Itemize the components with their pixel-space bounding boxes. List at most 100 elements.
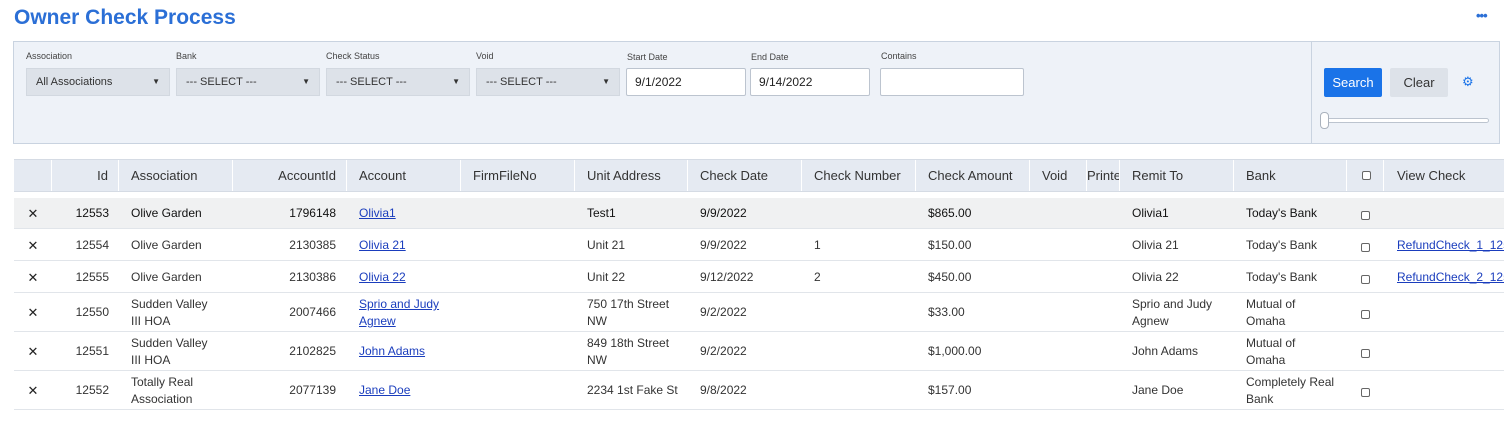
cell-account[interactable]: Jane Doe [359,382,459,399]
account-link[interactable]: Sprio and Judy [359,297,439,311]
cell-text: 9/2/2022 [700,305,747,319]
table-row[interactable]: ✕ 12550 Sudden Valley III HOA 2007466 Sprio a… [14,293,1504,332]
cell-unit-address: Unit 22 [587,269,687,286]
cell-remove: ✕ [14,205,52,223]
cell-remove: ✕ [14,382,52,400]
row-checkbox[interactable] [1361,388,1370,397]
account-link[interactable]: Olivia 22 [359,270,406,284]
column-header-id[interactable]: Id [52,160,119,191]
slider-track[interactable] [1323,118,1489,123]
search-button[interactable]: Search [1324,68,1382,97]
gear-icon[interactable]: ⚙ [1462,74,1474,90]
cell-text: 9/9/2022 [700,206,747,220]
cell-check-number: 1 [814,237,914,254]
cell-select [1347,208,1384,225]
cell-account[interactable]: Olivia1 [359,205,459,222]
cell-text: 1796148 [289,206,336,220]
cell-text: 2130385 [289,238,336,252]
cell-check-date: 9/8/2022 [700,382,800,399]
row-checkbox[interactable] [1361,243,1370,252]
cell-check-amount: $150.00 [928,237,1028,254]
account-link[interactable]: John Adams [359,344,425,358]
cell-text: 1 [814,238,821,252]
cell-text: 12553 [75,206,109,220]
table-row[interactable]: ✕ 12553 Olive Garden 1796148 Olivia1 Test1 9/9… [14,198,1504,229]
start-date-input[interactable]: 9/1/2022 [626,68,746,96]
cell-remit-to: Olivia 21 [1132,237,1232,254]
cell-text: Olivia 21 [1132,238,1179,252]
bank-select[interactable]: --- SELECT --- ▼ [176,68,320,96]
column-header-association[interactable]: Association [119,160,233,191]
cell-account[interactable]: Olivia 21 [359,237,459,254]
cell-text: Unit 22 [587,270,626,284]
cell-remove: ✕ [14,237,52,255]
cell-select [1347,307,1384,324]
cell-text: 750 17th Street [587,297,670,311]
table-row[interactable]: ✕ 12554 Olive Garden 2130385 Olivia 21 Unit 2… [14,229,1504,261]
view-check-link[interactable]: RefundCheck_1_12554 [1397,238,1504,252]
cell-select [1347,385,1384,402]
select-all-checkbox[interactable] [1362,171,1371,180]
check-status-select-value: --- SELECT --- [336,76,407,88]
column-header-account[interactable]: Account [347,160,461,191]
column-header-select-all[interactable] [1347,160,1384,191]
cell-text: 12552 [75,383,109,397]
column-header-account-id[interactable]: AccountId [233,160,347,191]
slider-handle[interactable] [1320,112,1329,129]
cell-text: 2102825 [289,344,336,358]
clear-button[interactable]: Clear [1390,68,1448,97]
start-date-label: Start Date [627,52,668,62]
more-options-icon[interactable]: ••• [1476,8,1488,23]
void-select[interactable]: --- SELECT --- ▼ [476,68,620,96]
account-link[interactable]: Jane Doe [359,383,410,397]
column-header-firm-file-no[interactable]: FirmFileNo [461,160,575,191]
column-header-unit-address[interactable]: Unit Address [575,160,688,191]
account-link[interactable]: Agnew [359,314,396,328]
association-select[interactable]: All Associations ▼ [26,68,170,96]
row-checkbox[interactable] [1361,349,1370,358]
cell-account-id: 1796148 [233,205,336,222]
cell-text: 9/8/2022 [700,383,747,397]
row-checkbox[interactable] [1361,211,1370,220]
close-icon[interactable]: ✕ [28,270,39,285]
column-header-check-date[interactable]: Check Date [688,160,802,191]
cell-account[interactable]: John Adams [359,343,459,360]
cell-account[interactable]: Olivia 22 [359,269,459,286]
column-header-printed[interactable]: Printed [1087,160,1120,191]
close-icon[interactable]: ✕ [28,344,39,359]
cell-account-id: 2077139 [233,382,336,399]
column-header-check-number[interactable]: Check Number [802,160,916,191]
close-icon[interactable]: ✕ [28,238,39,253]
column-header-void[interactable]: Void [1030,160,1087,191]
close-icon[interactable]: ✕ [28,305,39,320]
check-status-select[interactable]: --- SELECT --- ▼ [326,68,470,96]
cell-text: Olive Garden [131,270,202,284]
column-header-bank[interactable]: Bank [1234,160,1347,191]
contains-input[interactable] [880,68,1024,96]
row-checkbox[interactable] [1361,310,1370,319]
cell-text: John Adams [1132,344,1199,358]
cell-account[interactable]: Sprio and Judy Agnew [359,296,459,330]
cell-text: Sudden Valley [131,297,208,311]
account-link[interactable]: Olivia 21 [359,238,406,252]
close-icon[interactable]: ✕ [28,383,39,398]
column-header-view-check[interactable]: View Check [1384,160,1504,191]
view-check-link[interactable]: RefundCheck_2_12555 [1397,270,1504,284]
end-date-input[interactable]: 9/14/2022 [750,68,870,96]
table-row[interactable]: ✕ 12552 Totally Real Association 2077139 Jane… [14,371,1504,410]
account-link[interactable]: Olivia1 [359,206,396,220]
row-checkbox[interactable] [1361,275,1370,284]
table-row[interactable]: ✕ 12555 Olive Garden 2130386 Olivia 22 Unit 2… [14,261,1504,293]
cell-view-check[interactable]: RefundCheck_2_12555 [1397,269,1504,286]
cell-text: Mutual of [1246,336,1296,350]
cell-remit-to: Jane Doe [1132,382,1232,399]
cell-view-check[interactable]: RefundCheck_1_12554 [1397,237,1504,254]
table-row[interactable]: ✕ 12551 Sudden Valley III HOA 2102825 John Ad… [14,332,1504,371]
association-select-value: All Associations [36,76,113,88]
cell-check-date: 9/9/2022 [700,237,800,254]
column-header-remit-to[interactable]: Remit To [1120,160,1234,191]
cell-text: NW [587,314,607,328]
grid-header: Id Association AccountId Account FirmFil… [14,159,1504,192]
column-header-check-amount[interactable]: Check Amount [916,160,1030,191]
close-icon[interactable]: ✕ [28,206,39,221]
